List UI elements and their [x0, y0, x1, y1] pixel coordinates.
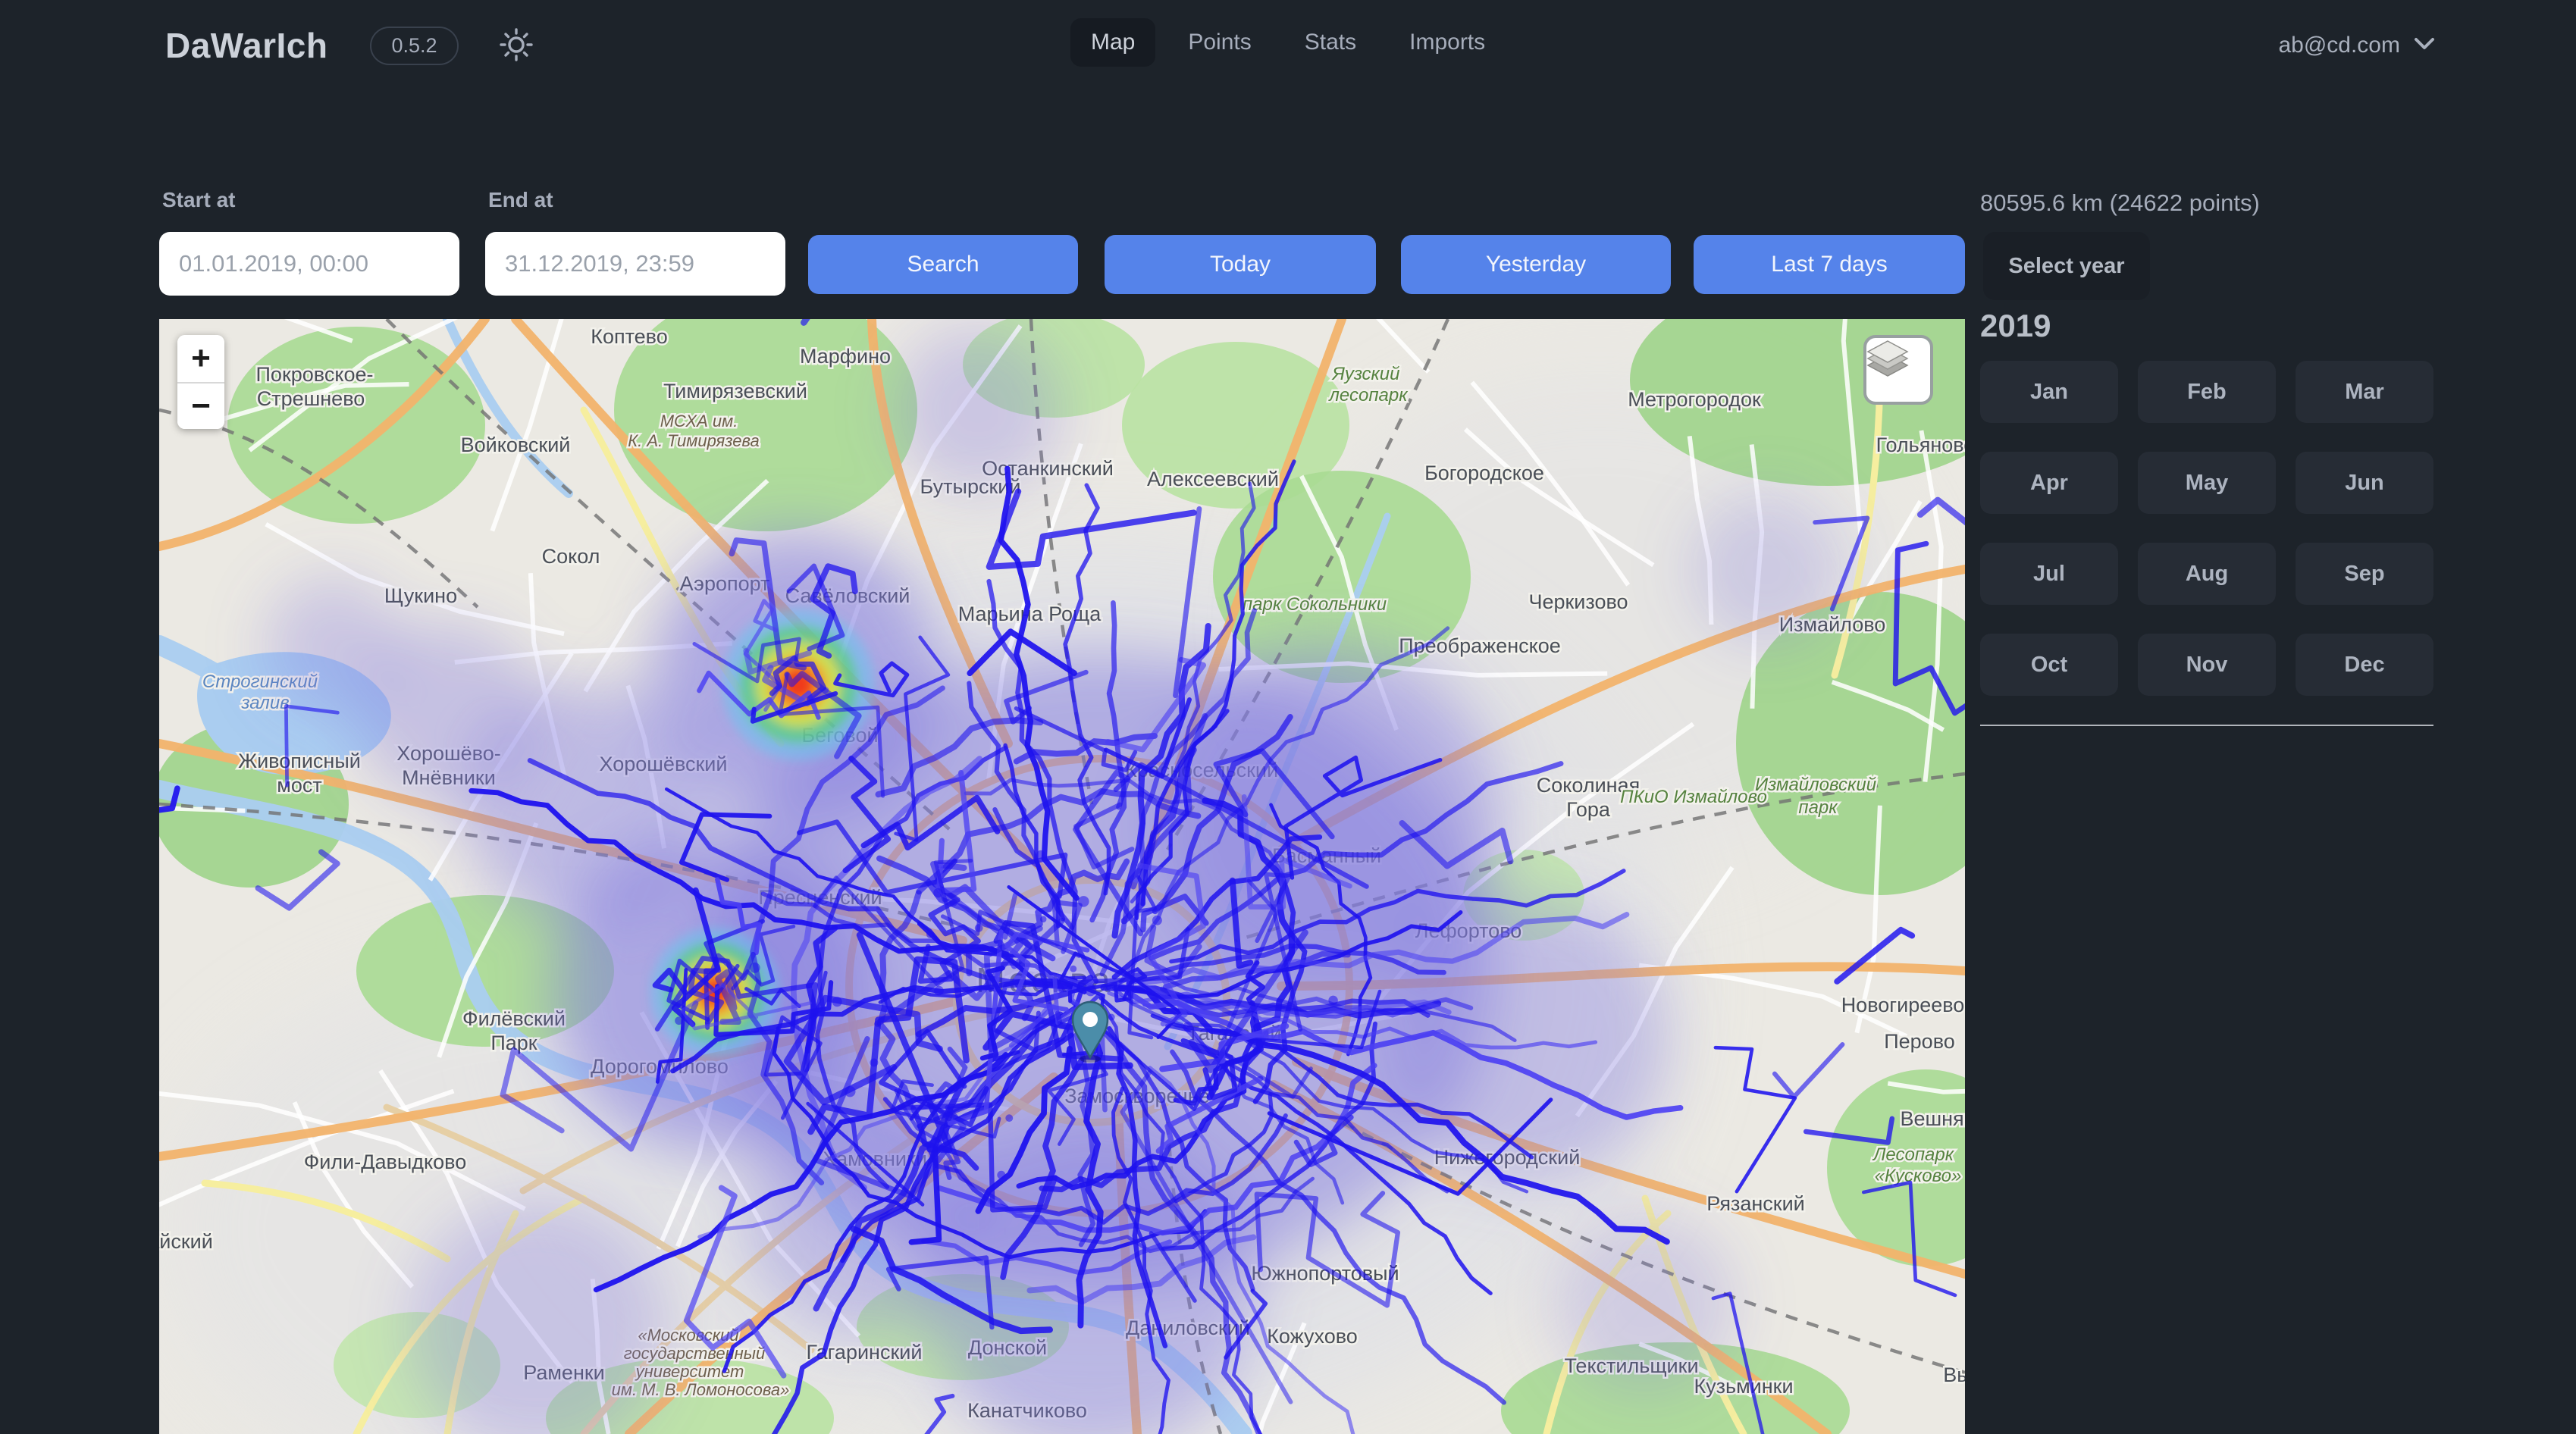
distance-stats: 80595.6 km (24622 points)	[1980, 189, 2260, 217]
map-place-label: «Кусково»	[1875, 1166, 1962, 1186]
today-button[interactable]: Today	[1105, 235, 1376, 294]
sun-icon	[497, 25, 536, 67]
map-place-label: Богородское	[1424, 462, 1544, 484]
user-email: ab@cd.com	[2278, 33, 2400, 58]
map-place-label: Вы	[1943, 1364, 1965, 1386]
last-7-days-button[interactable]: Last 7 days	[1694, 235, 1965, 294]
map-place-label: мост	[277, 774, 321, 797]
map-place-label: Покровское-	[256, 363, 374, 386]
map-place-label: Перово	[1884, 1030, 1955, 1053]
map-place-label: айский	[159, 1230, 213, 1253]
month-button-sep[interactable]: Sep	[2296, 543, 2433, 605]
map-place-label: Яузский	[1330, 364, 1399, 384]
map-place-label: МСХА им.	[660, 412, 738, 431]
map-place-label: Алексеевский	[1147, 468, 1279, 490]
month-button-apr[interactable]: Apr	[1980, 452, 2118, 514]
map-place-label: Новогиреево	[1841, 994, 1965, 1016]
year-heading: 2019	[1980, 308, 2051, 344]
map-place-label: Кузьминки	[1694, 1375, 1793, 1398]
app-header: DaWarIch 0.5.2 Map Points Stats Imports	[0, 0, 2576, 91]
tab-stats[interactable]: Stats	[1284, 18, 1377, 67]
map-place-label: залив	[240, 693, 289, 713]
month-button-nov[interactable]: Nov	[2138, 634, 2276, 696]
month-button-mar[interactable]: Mar	[2296, 361, 2433, 423]
theme-toggle-button[interactable]	[492, 20, 541, 71]
map-place-label: Коптево	[591, 325, 668, 348]
sidebar-divider	[1980, 725, 2433, 726]
tab-points[interactable]: Points	[1167, 18, 1271, 67]
app-root: DaWarIch 0.5.2 Map Points Stats Imports	[0, 0, 2576, 1434]
month-button-dec[interactable]: Dec	[2296, 634, 2433, 696]
map-place-label: К. А. Тимирязева	[628, 431, 760, 450]
user-menu[interactable]: ab@cd.com	[2278, 0, 2435, 91]
chevron-down-icon	[2414, 37, 2435, 55]
tab-imports[interactable]: Imports	[1389, 18, 1506, 67]
search-button[interactable]: Search	[808, 235, 1078, 294]
map-place-label: Вешняки	[1900, 1107, 1965, 1130]
map-canvas[interactable]: Коптево Марфино Тимирязевский МСХА им.К. А.…	[159, 319, 1965, 1434]
month-button-jan[interactable]: Jan	[1980, 361, 2118, 423]
zoom-out-button[interactable]: −	[177, 382, 224, 429]
month-button-may[interactable]: May	[2138, 452, 2276, 514]
map-place-label: ПКиО Измайлово	[1620, 787, 1767, 807]
map-place-label: Гольяново	[1876, 434, 1965, 456]
months-grid: Jan Feb Mar Apr May Jun Jul Aug Sep Oct …	[1980, 361, 2433, 696]
map-place-label: Щукино	[384, 584, 457, 607]
map-place-label: Рязанский	[1706, 1192, 1805, 1215]
map-place-label: лесопарк	[1327, 385, 1409, 405]
map-zoom-control: + −	[177, 335, 224, 429]
map-place-label: Сокол	[542, 545, 600, 568]
map-place-label: Марфино	[800, 345, 891, 368]
end-at-label: End at	[488, 188, 553, 212]
month-button-aug[interactable]: Aug	[2138, 543, 2276, 605]
select-year-button[interactable]: Select year	[1983, 232, 2150, 300]
tab-map[interactable]: Map	[1070, 18, 1155, 67]
app-logo[interactable]: DaWarIch	[165, 25, 327, 66]
month-button-jun[interactable]: Jun	[2296, 452, 2433, 514]
yesterday-button[interactable]: Yesterday	[1401, 235, 1671, 294]
map-place-label: Живописный	[238, 750, 361, 772]
month-button-feb[interactable]: Feb	[2138, 361, 2276, 423]
map-place-label: Фили-Давыдково	[304, 1151, 466, 1173]
map-place-label: Войковский	[461, 434, 571, 456]
map-place-label: парк	[1798, 797, 1838, 818]
start-at-label: Start at	[162, 188, 235, 212]
layers-control-button[interactable]	[1863, 335, 1933, 405]
start-date-input[interactable]	[159, 232, 459, 296]
end-date-input[interactable]	[485, 232, 785, 296]
zoom-in-button[interactable]: +	[177, 335, 224, 382]
map-place-label: парк Сокольники	[1243, 594, 1387, 615]
map-place-label: Стрешнево	[257, 387, 365, 410]
map-place-label: Черкизово	[1528, 590, 1628, 613]
map-place-label: Измайловский	[1755, 775, 1876, 795]
main-nav: Map Points Stats Imports	[1070, 18, 1506, 67]
brand: DaWarIch 0.5.2	[165, 0, 541, 91]
month-button-oct[interactable]: Oct	[1980, 634, 2118, 696]
map-place-label: Гора	[1566, 798, 1611, 821]
map-place-label: Тимирязевский	[663, 380, 807, 402]
map-place-label: Кожухово	[1267, 1325, 1358, 1348]
map-place-label: Метрогородок	[1628, 388, 1761, 411]
map-place-label: Филёвский	[462, 1007, 566, 1030]
version-badge: 0.5.2	[370, 27, 458, 65]
map-place-label: Лесопарк	[1872, 1144, 1955, 1165]
month-button-jul[interactable]: Jul	[1980, 543, 2118, 605]
